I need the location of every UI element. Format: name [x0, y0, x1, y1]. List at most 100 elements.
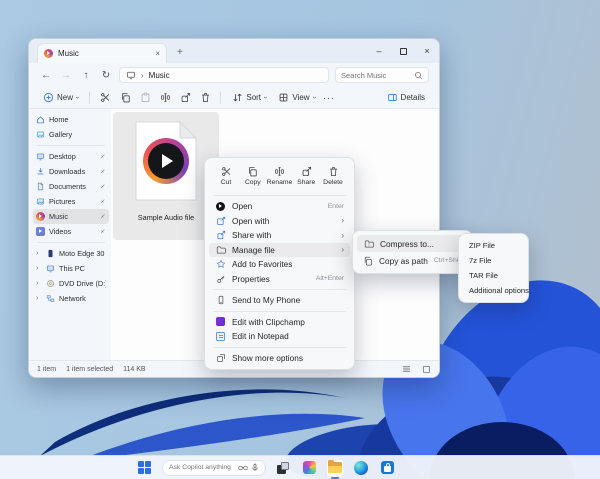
- menu-item-open-with[interactable]: Open with ›: [209, 214, 350, 229]
- up-icon[interactable]: ↑: [79, 70, 93, 81]
- submenu-item-7z-file[interactable]: 7z File: [463, 253, 524, 268]
- breadcrumb-chevron-icon: ›: [141, 71, 144, 80]
- menu-item-edit-with-clipchamp[interactable]: Edit with Clipchamp: [209, 315, 350, 330]
- menu-item-open[interactable]: Open Enter: [209, 199, 350, 214]
- sidebar-item-dvd-drive[interactable]: › DVD Drive (D:) CCC: [33, 276, 109, 291]
- details-view-toggle[interactable]: [401, 365, 411, 374]
- sidebar-item-documents[interactable]: Documents: [33, 179, 109, 194]
- expander-icon[interactable]: ›: [36, 265, 42, 272]
- network-icon: [46, 294, 55, 303]
- back-icon[interactable]: ←: [39, 70, 53, 81]
- taskbar-search-box[interactable]: [162, 460, 266, 476]
- menu-divider: [213, 311, 346, 312]
- search-icon: [414, 71, 423, 80]
- cut-button[interactable]: [97, 90, 113, 106]
- trash-icon: [200, 92, 211, 103]
- sidebar-item-music[interactable]: Music: [33, 209, 109, 224]
- menu-item-edit-in-notepad[interactable]: Edit in Notepad: [209, 329, 350, 344]
- forward-icon[interactable]: →: [59, 70, 73, 81]
- sidebar-item-network[interactable]: › Network: [33, 291, 109, 306]
- view-button[interactable]: View ›: [274, 90, 319, 105]
- sidebar-item-this-pc[interactable]: › This PC: [33, 261, 109, 276]
- new-tab-button[interactable]: +: [177, 48, 183, 58]
- menu-item-show-more-options[interactable]: Show more options: [209, 351, 350, 366]
- sidebar-item-desktop[interactable]: Desktop: [33, 149, 109, 164]
- paste-button[interactable]: [137, 90, 153, 106]
- pin-icon: [99, 183, 106, 190]
- photos-button[interactable]: [300, 459, 318, 477]
- videos-icon: [36, 227, 45, 236]
- sidebar-item-videos[interactable]: Videos: [33, 224, 109, 239]
- edge-button[interactable]: [352, 459, 370, 477]
- task-view-button[interactable]: [274, 459, 292, 477]
- menu-item-add-to-favorites[interactable]: Add to Favorites: [209, 257, 350, 272]
- refresh-icon[interactable]: ↻: [99, 70, 113, 81]
- new-button[interactable]: New ›: [39, 90, 82, 105]
- copy-button[interactable]: [117, 90, 133, 106]
- selection-size: 114 KB: [123, 366, 145, 373]
- breadcrumb-location[interactable]: Music: [149, 71, 170, 80]
- expander-icon[interactable]: ›: [36, 280, 42, 287]
- submenu-item-additional-options[interactable]: Additional options: [463, 283, 524, 298]
- large-icons-view-toggle[interactable]: [421, 365, 431, 374]
- breadcrumb[interactable]: › Music: [119, 67, 329, 83]
- expander-icon[interactable]: ›: [36, 250, 42, 257]
- copilot-search-input[interactable]: [169, 464, 235, 471]
- file-explorer-button[interactable]: [326, 459, 344, 477]
- notepad-icon: [216, 332, 225, 341]
- rename-quick-button[interactable]: Rename: [267, 164, 293, 188]
- expander-icon[interactable]: ›: [36, 295, 42, 302]
- minimize-button[interactable]: –: [367, 39, 391, 63]
- submenu-chevron-icon: ›: [341, 245, 344, 254]
- shortcut-hint: Enter: [328, 203, 344, 210]
- titlebar[interactable]: Music × + – ×: [29, 39, 439, 63]
- maximize-button[interactable]: [391, 39, 415, 63]
- tab-close-icon[interactable]: ×: [155, 50, 160, 58]
- sidebar-item-phone-device[interactable]: › Moto Edge 30 Neo: [33, 246, 109, 261]
- copy-icon: [247, 166, 258, 177]
- sidebar-item-downloads[interactable]: Downloads: [33, 164, 109, 179]
- search-input[interactable]: [341, 71, 411, 80]
- close-button[interactable]: ×: [415, 39, 439, 63]
- sidebar: Home Gallery Desktop: [29, 109, 111, 360]
- sidebar-item-pictures[interactable]: Pictures: [33, 194, 109, 209]
- submenu-item-zip-file[interactable]: ZIP File: [463, 238, 524, 253]
- start-button[interactable]: [136, 459, 154, 477]
- submenu-item-copy-as-path[interactable]: Copy as path Ctrl+Shift+C: [357, 252, 468, 269]
- delete-button[interactable]: [197, 90, 213, 106]
- more-options-icon[interactable]: ···: [323, 93, 335, 103]
- submenu-item-compress-to[interactable]: Compress to... ›: [357, 235, 468, 252]
- explorer-tab-music[interactable]: Music ×: [37, 43, 167, 63]
- sidebar-item-gallery[interactable]: Gallery: [33, 127, 109, 142]
- menu-item-send-to-my-phone[interactable]: Send to My Phone: [209, 293, 350, 308]
- menu-item-manage-file[interactable]: Manage file ›: [209, 243, 350, 258]
- sort-button[interactable]: Sort ›: [228, 90, 270, 105]
- share-with-icon: [216, 230, 226, 240]
- submenu-item-tar-file[interactable]: TAR File: [463, 268, 524, 283]
- view-icon: [278, 92, 289, 103]
- delete-quick-button[interactable]: Delete: [320, 164, 346, 188]
- share-quick-button[interactable]: Share: [293, 164, 319, 188]
- maximize-icon: [400, 48, 407, 55]
- menu-item-properties[interactable]: Properties Alt+Enter: [209, 272, 350, 287]
- microsoft-store-button[interactable]: [378, 459, 396, 477]
- copy-quick-button[interactable]: Copy: [240, 164, 266, 188]
- search-box[interactable]: [335, 67, 429, 83]
- microphone-icon[interactable]: [251, 463, 259, 472]
- microsoft-store-icon: [381, 461, 394, 474]
- desktop-icon: [36, 152, 45, 161]
- menu-item-share-with[interactable]: Share with ›: [209, 228, 350, 243]
- details-button[interactable]: Details: [383, 90, 429, 105]
- copy-as-path-icon: [363, 256, 373, 266]
- pictures-icon: [36, 197, 45, 206]
- audio-file-icon: [135, 121, 197, 201]
- share-icon: [180, 92, 191, 103]
- submenu-chevron-icon: ›: [341, 231, 344, 240]
- sidebar-item-home[interactable]: Home: [33, 112, 109, 127]
- share-button[interactable]: [177, 90, 193, 106]
- command-bar: New ›: [29, 87, 439, 109]
- chevron-down-icon: ›: [310, 96, 317, 98]
- cut-quick-button[interactable]: Cut: [213, 164, 239, 188]
- item-count: 1 item: [37, 366, 56, 373]
- rename-button[interactable]: [157, 90, 173, 106]
